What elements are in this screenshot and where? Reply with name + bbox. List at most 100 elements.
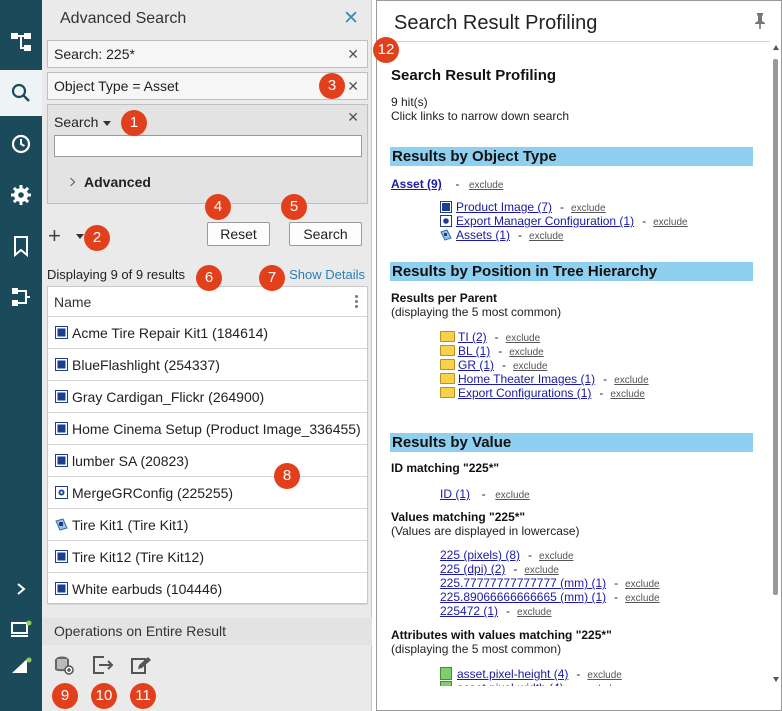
value-link[interactable]: 225472 (1) xyxy=(440,604,498,618)
badge-1: 1 xyxy=(121,110,147,136)
id-sub: ID matching "225*" xyxy=(391,461,500,475)
table-row[interactable]: Tire Kit1 (Tire Kit1) xyxy=(48,509,367,541)
search-result-profiling-panel: Search Result Profiling Search Result Pr… xyxy=(376,0,782,711)
asset-link[interactable]: Asset (9) xyxy=(391,177,442,191)
table-row[interactable]: Acme Tire Repair Kit1 (184614) xyxy=(48,317,367,349)
profile-item: BL (1) - exclude xyxy=(440,343,544,358)
parent-link[interactable]: GR (1) xyxy=(458,358,494,372)
gear-icon[interactable] xyxy=(0,172,42,218)
product-image-icon xyxy=(55,422,72,435)
exclude-link[interactable]: exclude xyxy=(653,217,687,228)
advanced-toggle[interactable]: Advanced xyxy=(66,174,151,190)
table-row[interactable]: Tire Kit12 (Tire Kit12) xyxy=(48,541,367,573)
id-row: ID (1) - exclude xyxy=(440,487,530,501)
folder-icon xyxy=(440,329,458,344)
exclude-link[interactable]: exclude xyxy=(495,490,529,501)
pin-icon[interactable] xyxy=(753,12,767,33)
profile-item: Home Theater Images (1) - exclude xyxy=(440,371,649,386)
table-row[interactable]: MergeGRConfig (225255) xyxy=(48,477,367,509)
signal-icon[interactable] xyxy=(0,642,42,688)
add-to-collection-icon[interactable] xyxy=(54,655,74,678)
bookmark-icon[interactable] xyxy=(0,223,42,269)
scroll-down-icon[interactable] xyxy=(773,677,779,682)
value-link[interactable]: 225 (pixels) (8) xyxy=(440,548,520,562)
exclude-link[interactable]: exclude xyxy=(583,684,617,686)
parent-link[interactable]: TI (2) xyxy=(458,330,487,344)
hint-text: Click links to narrow down search xyxy=(391,109,570,123)
remove-criterion-icon[interactable]: ✕ xyxy=(347,41,359,67)
reset-button[interactable]: Reset xyxy=(207,222,270,246)
type-top-row: Asset (9) - exclude xyxy=(391,177,504,191)
row-label: Home Cinema Setup (Product Image_336455) xyxy=(72,420,361,437)
exclude-link[interactable]: exclude xyxy=(469,180,503,191)
chevron-right-icon xyxy=(66,178,76,187)
export-icon[interactable] xyxy=(92,655,114,678)
object-type-link[interactable]: Product Image (7) xyxy=(456,200,552,214)
badge-12: 12 xyxy=(373,37,399,63)
values-sub: Values matching "225*" xyxy=(391,510,526,524)
profile-item: 225.77777777777777 (mm) (1) - exclude xyxy=(440,576,660,590)
parent-link[interactable]: BL (1) xyxy=(458,344,490,358)
parent-link[interactable]: Export Configurations (1) xyxy=(458,386,591,400)
badge-2: 2 xyxy=(84,225,110,251)
search-type-dropdown[interactable]: Search xyxy=(54,114,112,130)
workflow-icon[interactable] xyxy=(0,274,42,320)
table-row[interactable]: BlueFlashlight (254337) xyxy=(48,349,367,381)
asset-icon xyxy=(440,227,456,242)
column-header-name[interactable]: Name xyxy=(48,287,367,317)
panel-title: Advanced Search xyxy=(60,10,187,27)
table-row[interactable]: lumber SA (20823) xyxy=(48,445,367,477)
folder-icon xyxy=(440,357,458,372)
exclude-link[interactable]: exclude xyxy=(610,389,644,400)
caret-down-icon xyxy=(103,120,112,126)
table-row[interactable]: White earbuds (104446) xyxy=(48,573,367,605)
value-link[interactable]: 225.77777777777777 (mm) (1) xyxy=(440,576,606,590)
remove-criterion-icon[interactable]: ✕ xyxy=(347,73,359,99)
attribute-link[interactable]: asset.pixel-width (4) xyxy=(457,681,564,686)
parent-link[interactable]: Home Theater Images (1) xyxy=(458,372,595,386)
row-label: BlueFlashlight (254337) xyxy=(72,356,220,373)
object-type-link[interactable]: Export Manager Configuration (1) xyxy=(456,214,634,228)
profiling-content: Search Result Profiling 9 hit(s) Click l… xyxy=(378,41,770,686)
search-icon[interactable] xyxy=(0,70,42,116)
show-details-link[interactable]: Show Details xyxy=(289,267,365,282)
product-image-icon xyxy=(55,454,72,467)
scroll-up-icon[interactable] xyxy=(773,45,779,50)
criterion-search[interactable]: Search: 225* ✕ xyxy=(47,40,368,68)
section-object-type: Results by Object Type xyxy=(390,147,753,166)
search-criterion-box: Search ✕ Advanced xyxy=(47,104,368,204)
row-label: White earbuds (104446) xyxy=(72,580,223,597)
attr-note: (displaying the 5 most common) xyxy=(391,642,562,656)
scrollbar[interactable] xyxy=(773,59,778,595)
bulk-edit-icon[interactable] xyxy=(130,655,152,678)
column-menu-icon[interactable] xyxy=(355,295,358,310)
value-link[interactable]: 225 (dpi) (2) xyxy=(440,562,505,576)
exclude-link[interactable]: exclude xyxy=(529,231,563,242)
row-label: Acme Tire Repair Kit1 (184614) xyxy=(72,324,269,341)
caret-down-icon[interactable] xyxy=(76,234,84,239)
badge-5: 5 xyxy=(281,194,307,220)
product-image-icon xyxy=(55,582,72,595)
section-tree: Results by Position in Tree Hierarchy xyxy=(390,262,753,281)
hit-count: 9 hit(s) xyxy=(391,95,428,109)
attribute-icon xyxy=(440,680,457,686)
attribute-link[interactable]: asset.pixel-height (4) xyxy=(457,667,568,681)
search-button[interactable]: Search xyxy=(289,222,362,246)
folder-icon xyxy=(440,385,458,400)
id-link[interactable]: ID (1) xyxy=(440,487,470,501)
table-row[interactable]: Home Cinema Setup (Product Image_336455) xyxy=(48,413,367,445)
search-input[interactable] xyxy=(54,135,362,157)
remove-criterion-icon[interactable]: ✕ xyxy=(347,109,359,126)
row-label: Gray Cardigan_Flickr (264900) xyxy=(72,388,265,405)
table-row[interactable]: Gray Cardigan_Flickr (264900) xyxy=(48,381,367,413)
tree-icon[interactable] xyxy=(0,19,42,65)
navigation-rail xyxy=(0,0,42,711)
object-type-link[interactable]: Assets (1) xyxy=(456,228,510,242)
exclude-link[interactable]: exclude xyxy=(517,607,551,618)
value-link[interactable]: 225.89066666666665 (mm) (1) xyxy=(440,590,606,604)
badge-6: 6 xyxy=(196,265,222,291)
add-criterion-icon[interactable]: + xyxy=(48,225,61,247)
close-icon[interactable]: ✕ xyxy=(343,9,359,28)
history-icon[interactable] xyxy=(0,121,42,167)
exclude-link[interactable]: exclude xyxy=(625,593,659,604)
